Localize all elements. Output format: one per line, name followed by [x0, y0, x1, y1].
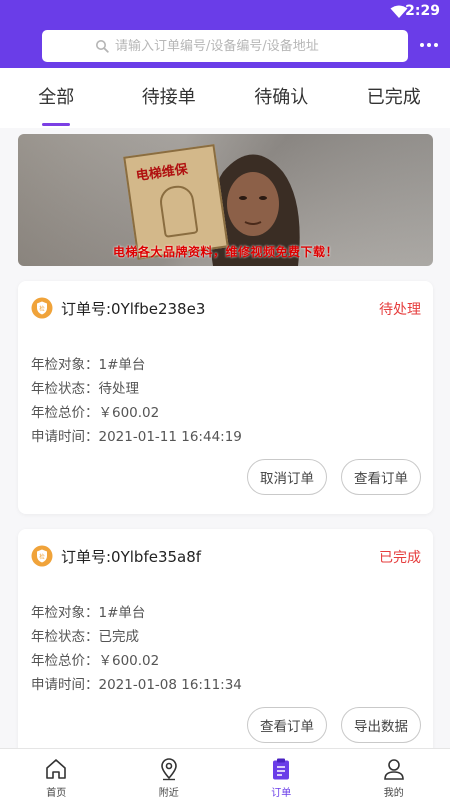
order-number: 订单号:0Ylbfe35a8f — [61, 547, 202, 566]
order-header: 检 订单号:0Ylfbe238e3 — [31, 297, 205, 319]
nav-item-mine[interactable]: 我的 — [338, 749, 450, 800]
banner-book-title: 电梯维保 — [135, 162, 189, 185]
detail-label: 申请时间： — [31, 677, 99, 693]
order-status: 已完成 — [379, 550, 421, 566]
order-badge-icon: 检 — [31, 545, 53, 567]
order-number: 订单号:0Ylfbe238e3 — [61, 299, 206, 318]
detail-row-time: 申请时间：2021-01-11 16:44:19 — [31, 425, 242, 449]
order-badge-icon: 检 — [31, 297, 53, 319]
order-header: 检 订单号:0Ylbfe35a8f — [31, 545, 201, 567]
search-input[interactable] — [115, 38, 355, 54]
detail-row-state: 年检状态：已完成 — [31, 625, 242, 649]
order-card[interactable]: 检 订单号:0Ylfbe238e3 待处理 年检对象：1#单台 年检状态：待处理… — [18, 281, 433, 514]
detail-label: 年检对象： — [31, 357, 99, 373]
banner-caption: 电梯各大品牌资料，维修视频免费下载！ — [112, 245, 338, 259]
order-filter-tabs: 全部 待接单 待确认 已完成 — [0, 68, 450, 128]
dot-icon — [427, 43, 431, 47]
dot-icon — [420, 43, 424, 47]
cancel-order-button[interactable]: 取消订单 — [247, 459, 327, 495]
detail-row-time: 申请时间：2021-01-08 16:11:34 — [31, 673, 242, 697]
nav-item-home[interactable]: 首页 — [0, 749, 113, 800]
detail-label: 申请时间： — [31, 429, 99, 445]
detail-value: ￥600.02 — [98, 653, 160, 669]
nav-label: 首页 — [46, 788, 67, 799]
detail-row-state: 年检状态：待处理 — [31, 377, 242, 401]
tab-label: 全部 — [38, 87, 75, 108]
detail-value: 2021-01-08 16:11:34 — [98, 677, 242, 693]
detail-value: 1#单台 — [98, 605, 146, 621]
detail-value: 1#单台 — [98, 357, 146, 373]
detail-row-price: 年检总价：￥600.02 — [31, 649, 242, 673]
tab-pending-confirm[interactable]: 待确认 — [225, 68, 338, 128]
active-tab-indicator — [42, 123, 71, 126]
nav-label: 附近 — [158, 788, 179, 799]
promo-banner[interactable]: 电梯维保 电梯各大品牌资料，维修视频免费下载！ — [18, 134, 433, 266]
detail-label: 年检总价： — [31, 653, 99, 669]
nav-item-orders[interactable]: 订单 — [225, 749, 338, 800]
svg-text:检: 检 — [39, 304, 45, 312]
export-data-button[interactable]: 导出数据 — [341, 707, 421, 743]
order-status: 待处理 — [379, 302, 421, 318]
order-card[interactable]: 检 订单号:0Ylbfe35a8f 已完成 年检对象：1#单台 年检状态：已完成… — [18, 529, 433, 762]
tab-label: 待确认 — [254, 87, 309, 108]
detail-label: 年检对象： — [31, 605, 99, 621]
buddha-figure-icon — [157, 183, 199, 238]
order-details: 年检对象：1#单台 年检状态：已完成 年检总价：￥600.02 申请时间：202… — [31, 601, 242, 697]
tab-all[interactable]: 全部 — [0, 68, 113, 128]
detail-value: 2021-01-11 16:44:19 — [98, 429, 242, 445]
nav-label: 我的 — [383, 788, 404, 799]
home-icon — [46, 759, 67, 779]
view-order-button[interactable]: 查看订单 — [341, 459, 421, 495]
location-pin-icon — [160, 758, 177, 781]
detail-value: ￥600.02 — [98, 405, 160, 421]
dot-icon — [434, 43, 438, 47]
search-bar[interactable] — [42, 30, 408, 62]
detail-label: 年检总价： — [31, 405, 99, 421]
view-order-button[interactable]: 查看订单 — [247, 707, 327, 743]
tab-completed[interactable]: 已完成 — [338, 68, 450, 128]
tab-pending-accept[interactable]: 待接单 — [113, 68, 226, 128]
detail-label: 年检状态： — [31, 629, 99, 645]
tab-label: 待接单 — [141, 87, 196, 108]
detail-row-object: 年检对象：1#单台 — [31, 353, 242, 377]
detail-value: 待处理 — [98, 381, 140, 397]
search-icon — [96, 40, 109, 53]
detail-row-object: 年检对象：1#单台 — [31, 601, 242, 625]
nav-item-nearby[interactable]: 附近 — [113, 749, 226, 800]
nav-label: 订单 — [271, 788, 292, 799]
detail-label: 年检状态： — [31, 381, 99, 397]
header: 2:29 — [0, 0, 450, 68]
clipboard-icon — [273, 758, 290, 780]
detail-value: 已完成 — [98, 629, 140, 645]
more-menu-button[interactable] — [420, 37, 440, 53]
tab-label: 已完成 — [366, 87, 421, 108]
status-bar: 2:29 — [0, 0, 450, 26]
order-details: 年检对象：1#单台 年检状态：待处理 年检总价：￥600.02 申请时间：202… — [31, 353, 242, 449]
status-time: 2:29 — [405, 3, 440, 19]
detail-row-price: 年检总价：￥600.02 — [31, 401, 242, 425]
bottom-navigation: 首页 附近 订单 我的 — [0, 748, 450, 800]
svg-text:检: 检 — [39, 552, 45, 560]
user-icon — [383, 759, 404, 780]
